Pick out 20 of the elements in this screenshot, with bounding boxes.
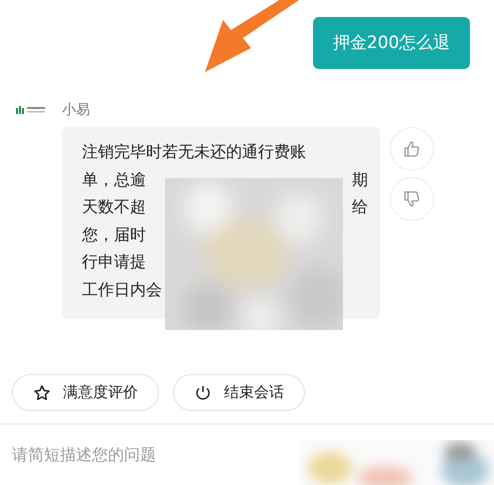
quick-action-button[interactable]: 满意度评价 [12, 374, 159, 411]
thumbs-up-icon [402, 139, 422, 159]
message-text: 给 [352, 196, 368, 218]
message-text: 注销完毕时若无未还的通行费账 [82, 141, 306, 163]
thumbs-down-icon [402, 189, 422, 209]
thumbs-up-button[interactable] [390, 127, 434, 171]
quick-action-button[interactable]: 结束会话 [173, 374, 305, 411]
message-text: 天数不超 [82, 196, 146, 218]
message-input[interactable]: 请简短描述您的问题 [12, 445, 262, 464]
message-text: 您，届时 [82, 224, 146, 246]
power-icon [194, 384, 212, 402]
message-text: 行申请提 [82, 251, 146, 273]
message-text: 期 [352, 168, 368, 190]
message-text: 单，总逾 [82, 168, 146, 190]
thumbs-down-button[interactable] [390, 177, 434, 221]
message-text: 工作日内会 [82, 278, 162, 300]
star-icon [33, 384, 51, 402]
user-message: 押金200怎么退 [313, 17, 470, 69]
logo-icon [16, 105, 46, 115]
bot-name: 小易 [62, 101, 90, 119]
